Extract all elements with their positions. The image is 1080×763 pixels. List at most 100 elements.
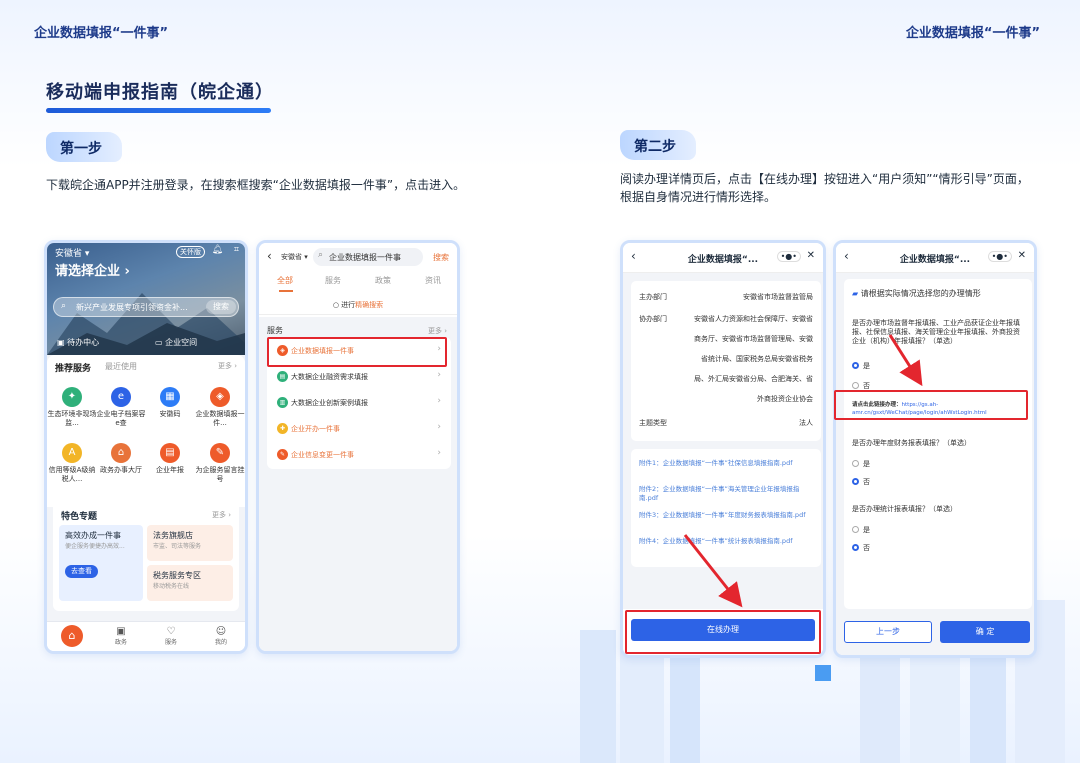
quick-space-label: 企业空间 — [165, 338, 198, 347]
tab-more[interactable]: 更多 › — [218, 361, 237, 371]
grid-item[interactable]: ▤ 企业年报 — [145, 443, 195, 475]
result-item[interactable]: ✚ 企业开办一件事 › — [273, 417, 445, 441]
grid-item[interactable]: ▦ 安徽码 — [145, 387, 195, 419]
service-icon: ▤ — [277, 371, 288, 382]
attachment-link[interactable]: 附件1：企业数据填报“一件事”社保信息填报指南.pdf — [639, 459, 815, 468]
home-search-bar[interactable]: ⌕ 新兴产业发展专项引领资金补... 搜索 — [53, 297, 239, 317]
location-selector[interactable]: 安徽省 ▾ — [55, 246, 89, 259]
topic-sub: 市监、司法等服务 — [153, 543, 202, 550]
tab-all[interactable]: 全部 — [277, 275, 293, 286]
quick-space[interactable]: ▭ 企业空间 — [155, 337, 197, 348]
go-view-button[interactable]: 去查看 — [65, 565, 98, 578]
grid-label: 为企服务留言挂号 — [195, 466, 245, 483]
section-title: 服务 — [267, 326, 283, 335]
scan-icon[interactable]: ⌗ — [234, 245, 239, 255]
chat-icon: ▰ — [852, 289, 859, 298]
info-key: 主题类型 — [639, 419, 667, 427]
guide-top-bar: ‹ 企业数据填报“... •●• ✕ — [836, 243, 1034, 273]
topic-title: 高效办成一件事 — [65, 531, 121, 540]
more-icon[interactable]: •●• — [987, 251, 1012, 262]
topic-tax[interactable]: 税务服务专区 移动税务在线 — [147, 565, 233, 601]
guide-prompt: ▰ 请根据实际情况选择您的办理情形 — [852, 289, 1026, 298]
grid-item[interactable]: ◈ 企业数据填报一件... — [195, 387, 245, 428]
grid-label: 信用等级A级纳税人... — [48, 466, 96, 483]
choose-company[interactable]: 请选择企业 › — [55, 260, 130, 279]
exact-search[interactable]: ○ 进行精确搜索 — [259, 295, 457, 315]
result-label: 企业开办一件事 — [291, 425, 340, 433]
care-mode-toggle[interactable]: 关怀版 — [176, 246, 205, 258]
bottom-nav: ⌂ ▣ 政务 ♡ 服务 ☺ 我的 — [47, 621, 245, 651]
result-item[interactable]: ▥ 大数据企业创新案例填报 › — [273, 391, 445, 415]
search-button[interactable]: 搜索 — [433, 252, 449, 263]
phone-situation-guide: ‹ 企业数据填报“... •●• ✕ ▰ 请根据实际情况选择您的办理情形 是否办… — [833, 240, 1037, 658]
page-title: 移动端申报指南（皖企通） — [46, 82, 274, 103]
option-label: 是 — [863, 526, 870, 534]
prev-step-button[interactable]: 上一步 — [844, 621, 932, 643]
home-icon[interactable]: ⌂ — [61, 625, 83, 647]
info-value: 安徽省市场监督监管局 — [743, 293, 813, 301]
nav-policy[interactable]: ▣ 政务 — [101, 626, 141, 646]
search-placeholder: 新兴产业发展专项引领资金补... — [76, 303, 188, 312]
q3-option-yes[interactable]: 是 — [852, 525, 870, 535]
topic-title: 法务旗舰店 — [153, 531, 193, 540]
phone-home-screen: 安徽省 ▾ 关怀版 🔔︎ ⌗ 请选择企业 › ⌕ 新兴产业发展专项引领资金补..… — [44, 240, 248, 654]
tab-news[interactable]: 资讯 — [425, 275, 441, 286]
tab-policy[interactable]: 政策 — [375, 275, 391, 286]
confirm-button[interactable]: 确 定 — [940, 621, 1030, 643]
highlight-apply-box — [625, 610, 821, 654]
location-selector[interactable]: 安徽省 ▾ — [281, 252, 308, 262]
q2-option-yes[interactable]: 是 — [852, 459, 870, 469]
close-icon[interactable]: ✕ — [1018, 250, 1026, 261]
q2-option-no[interactable]: 否 — [852, 477, 870, 487]
detail-top-bar: ‹ 企业数据填报“... •●• ✕ — [623, 243, 823, 273]
topic-legal[interactable]: 法务旗舰店 市监、司法等服务 — [147, 525, 233, 561]
q1-option-yes[interactable]: 是 — [852, 361, 870, 371]
grid-label: 企业年报 — [156, 466, 184, 474]
service-icon: ✚ — [277, 423, 288, 434]
bell-icon[interactable]: 🔔︎ — [212, 245, 223, 255]
tab-service[interactable]: 服务 — [325, 275, 341, 286]
grid-label: 安徽码 — [159, 410, 181, 418]
search-icon: ⌕ — [318, 250, 324, 260]
section-more[interactable]: 更多 › — [428, 326, 447, 336]
close-icon[interactable]: ✕ — [807, 250, 815, 261]
radio-checked — [852, 544, 859, 551]
tab-recent[interactable]: 最近使用 — [105, 361, 137, 372]
app-icon: ✦ — [62, 387, 82, 407]
radio-unchecked — [852, 382, 859, 389]
attachment-link[interactable]: 附件2：企业数据填报“一件事”海关管理企业年报填报指南.pdf — [639, 485, 815, 503]
nav-service[interactable]: ♡ 服务 — [151, 626, 191, 646]
search-input[interactable]: ⌕ 企业数据填报一件事 — [313, 248, 423, 266]
back-icon[interactable]: ‹ — [267, 249, 272, 263]
result-item[interactable]: ✎ 企业信息变更一件事 › — [273, 443, 445, 467]
app-icon: ▤ — [160, 443, 180, 463]
search-query: 企业数据填报一件事 — [329, 253, 401, 262]
quick-todo[interactable]: ▣ 待办中心 — [57, 337, 99, 348]
arrow-to-link — [888, 334, 923, 387]
radio-unchecked — [852, 526, 859, 533]
topic-one-thing[interactable]: 高效办成一件事 便企服务便捷办高效... 去查看 — [59, 525, 143, 601]
arrow-to-apply — [683, 534, 743, 608]
info-key: 协办部门 — [639, 315, 667, 323]
search-top-bar: ‹ 安徽省 ▾ ⌕ 企业数据填报一件事 搜索 — [259, 243, 457, 273]
step2-badge: 第二步 — [620, 130, 696, 160]
grid-item[interactable]: ✦ 生态环境非现场监... — [47, 387, 97, 428]
option-label: 否 — [863, 478, 870, 486]
tab-recommended[interactable]: 推荐服务 — [55, 361, 91, 374]
q3-option-no[interactable]: 否 — [852, 543, 870, 553]
service-tabs: 推荐服务 最近使用 更多 › — [47, 355, 245, 377]
result-item[interactable]: ▤ 大数据企业融资需求填报 › — [273, 365, 445, 389]
grid-label: 企业电子档案容e查 — [96, 410, 146, 427]
result-label: 大数据企业创新案例填报 — [291, 399, 368, 407]
special-more[interactable]: 更多 › — [212, 510, 231, 520]
grid-item[interactable]: ⌂ 政务办事大厅 — [96, 443, 146, 475]
nav-mine[interactable]: ☺ 我的 — [201, 626, 241, 646]
more-icon[interactable]: •●• — [776, 251, 801, 262]
grid-item[interactable]: ✎ 为企服务留言挂号 — [195, 443, 245, 484]
highlight-link-box — [834, 390, 1028, 420]
grid-item[interactable]: e 企业电子档案容e查 — [96, 387, 146, 428]
attachment-link[interactable]: 附件3：企业数据填报“一件事”年度财务报表填报指南.pdf — [639, 511, 815, 520]
search-button[interactable]: 搜索 — [206, 300, 236, 314]
app-icon: ◈ — [210, 387, 230, 407]
grid-item[interactable]: A 信用等级A级纳税人... — [47, 443, 97, 484]
